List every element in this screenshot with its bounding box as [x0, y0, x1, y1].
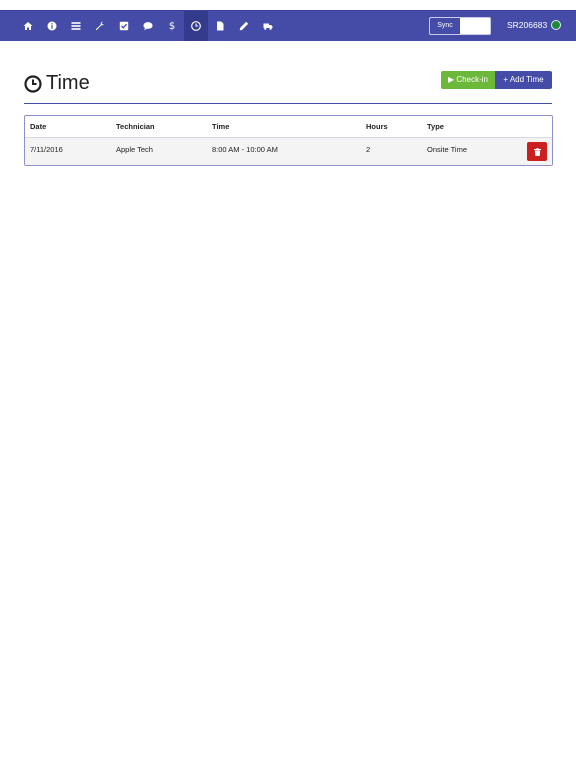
- nav-tasks[interactable]: [112, 11, 136, 41]
- check-in-button[interactable]: ▶ Check-in: [441, 71, 495, 89]
- truck-icon: [263, 23, 273, 30]
- column-header-type: Type: [427, 122, 444, 131]
- top-margin: [0, 0, 576, 10]
- nav-list[interactable]: [64, 11, 88, 41]
- info-icon: [47, 21, 57, 31]
- nav-notes[interactable]: [232, 11, 256, 41]
- nav-info[interactable]: [40, 11, 64, 41]
- nav-time[interactable]: [184, 11, 208, 41]
- column-header-time: Time: [212, 122, 230, 131]
- cell-time: 8:00 AM - 10:00 AM: [212, 145, 278, 154]
- clock-icon: [191, 21, 201, 31]
- nav-icon-bar: $: [16, 11, 280, 41]
- column-header-date: Date: [30, 122, 47, 131]
- checkbox-icon: [119, 21, 129, 31]
- sync-toggle[interactable]: Sync: [429, 17, 491, 35]
- sync-switch-field[interactable]: [460, 18, 490, 34]
- document-icon: [217, 21, 224, 31]
- column-header-technician: Technician: [116, 122, 155, 131]
- pencil-icon: [239, 21, 249, 31]
- sync-label: Sync: [430, 18, 460, 34]
- nav-wrench[interactable]: [88, 11, 112, 41]
- service-request-number: SR206683: [507, 20, 548, 30]
- time-entries-table: Date Technician Time Hours Type 7/11/201…: [24, 115, 553, 166]
- add-time-button[interactable]: + Add Time: [495, 71, 552, 89]
- home-icon: [23, 22, 33, 30]
- top-navbar: $ Sync SR206683: [0, 10, 576, 41]
- nav-shipping[interactable]: [256, 11, 280, 41]
- nav-comments[interactable]: [136, 11, 160, 41]
- delete-button[interactable]: [527, 142, 547, 161]
- header-divider: [24, 103, 552, 104]
- comment-icon: [143, 22, 153, 31]
- nav-billing[interactable]: $: [160, 11, 184, 41]
- column-header-hours: Hours: [366, 122, 388, 131]
- dollar-icon: $: [168, 20, 176, 32]
- list-icon: [71, 22, 81, 30]
- cell-hours: 2: [366, 145, 371, 154]
- nav-home[interactable]: [16, 11, 40, 41]
- table-row[interactable]: 7/11/2016 Apple Tech 8:00 AM - 10:00 AM …: [25, 138, 552, 165]
- trash-icon: [533, 147, 541, 156]
- clock-icon: [24, 74, 42, 93]
- cell-type: Onsite Time: [427, 145, 468, 154]
- nav-documents[interactable]: [208, 11, 232, 41]
- page-title: Time: [46, 72, 90, 94]
- table-header-row: Date Technician Time Hours Type: [25, 116, 552, 138]
- page-header: Time ▶ Check-in + Add Time: [24, 70, 552, 104]
- cell-technician: Apple Tech: [116, 145, 153, 154]
- wrench-icon: [95, 21, 105, 31]
- page-title-group: Time: [24, 72, 90, 95]
- connection-status-indicator: [551, 20, 561, 30]
- cell-date: 7/11/2016: [30, 145, 63, 154]
